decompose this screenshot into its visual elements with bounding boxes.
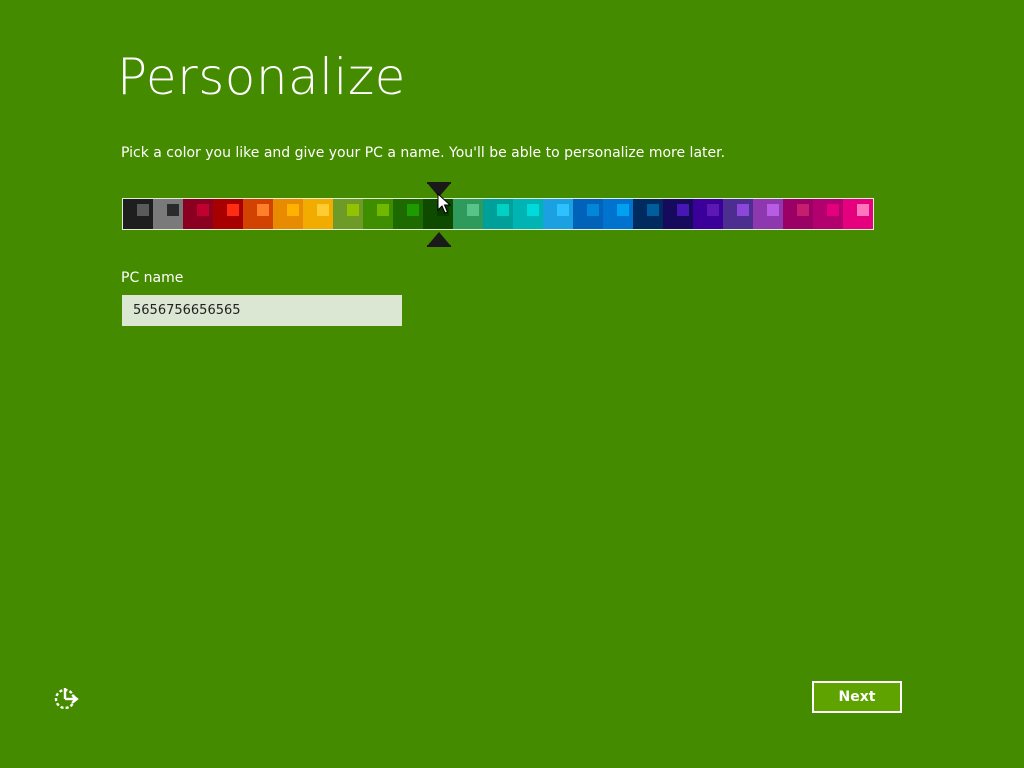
color-swatch-accent	[377, 204, 389, 216]
color-swatch-accent	[197, 204, 209, 216]
color-swatch[interactable]	[483, 199, 513, 229]
color-swatch-accent	[347, 204, 359, 216]
color-swatch[interactable]	[783, 199, 813, 229]
color-swatch[interactable]	[693, 199, 723, 229]
mouse-cursor-icon	[437, 193, 452, 214]
color-swatch[interactable]	[123, 199, 153, 229]
color-swatch[interactable]	[753, 199, 783, 229]
color-swatch-accent	[497, 204, 509, 216]
color-selector-bottom-arrow[interactable]	[427, 232, 451, 247]
color-swatch-accent	[137, 204, 149, 216]
color-swatch[interactable]	[723, 199, 753, 229]
color-palette[interactable]	[122, 198, 874, 230]
color-swatch[interactable]	[153, 199, 183, 229]
color-swatch[interactable]	[243, 199, 273, 229]
color-swatch[interactable]	[513, 199, 543, 229]
color-swatch[interactable]	[843, 199, 873, 229]
color-swatch-accent	[287, 204, 299, 216]
color-swatch[interactable]	[573, 199, 603, 229]
color-swatch-accent	[827, 204, 839, 216]
pc-name-label: PC name	[121, 270, 184, 286]
color-swatch-accent	[797, 204, 809, 216]
color-swatch[interactable]	[603, 199, 633, 229]
color-swatch-accent	[677, 204, 689, 216]
color-swatch-accent	[317, 204, 329, 216]
pc-name-field[interactable]	[122, 295, 402, 326]
color-swatch[interactable]	[333, 199, 363, 229]
color-swatch[interactable]	[633, 199, 663, 229]
color-swatch[interactable]	[363, 199, 393, 229]
page-subtitle: Pick a color you like and give your PC a…	[121, 145, 726, 161]
color-swatch-accent	[737, 204, 749, 216]
page-title: Personalize	[117, 48, 406, 106]
color-swatch[interactable]	[543, 199, 573, 229]
color-swatch[interactable]	[813, 199, 843, 229]
color-swatch-accent	[527, 204, 539, 216]
color-swatch[interactable]	[303, 199, 333, 229]
color-swatch[interactable]	[453, 199, 483, 229]
next-button[interactable]: Next	[812, 681, 902, 713]
color-swatch-accent	[587, 204, 599, 216]
color-swatch-accent	[617, 204, 629, 216]
ease-of-access-icon[interactable]	[52, 684, 80, 712]
personalize-page: Personalize Pick a color you like and gi…	[0, 0, 1024, 768]
color-swatch-accent	[467, 204, 479, 216]
color-swatch-accent	[227, 204, 239, 216]
color-swatch[interactable]	[393, 199, 423, 229]
color-swatch-accent	[857, 204, 869, 216]
color-swatch-accent	[167, 204, 179, 216]
color-swatch[interactable]	[213, 199, 243, 229]
color-swatch[interactable]	[183, 199, 213, 229]
color-swatch[interactable]	[663, 199, 693, 229]
color-swatch[interactable]	[273, 199, 303, 229]
color-swatch-accent	[647, 204, 659, 216]
color-swatch-accent	[557, 204, 569, 216]
color-swatch-accent	[407, 204, 419, 216]
color-swatch-accent	[707, 204, 719, 216]
color-swatch-accent	[767, 204, 779, 216]
color-swatch-accent	[257, 204, 269, 216]
